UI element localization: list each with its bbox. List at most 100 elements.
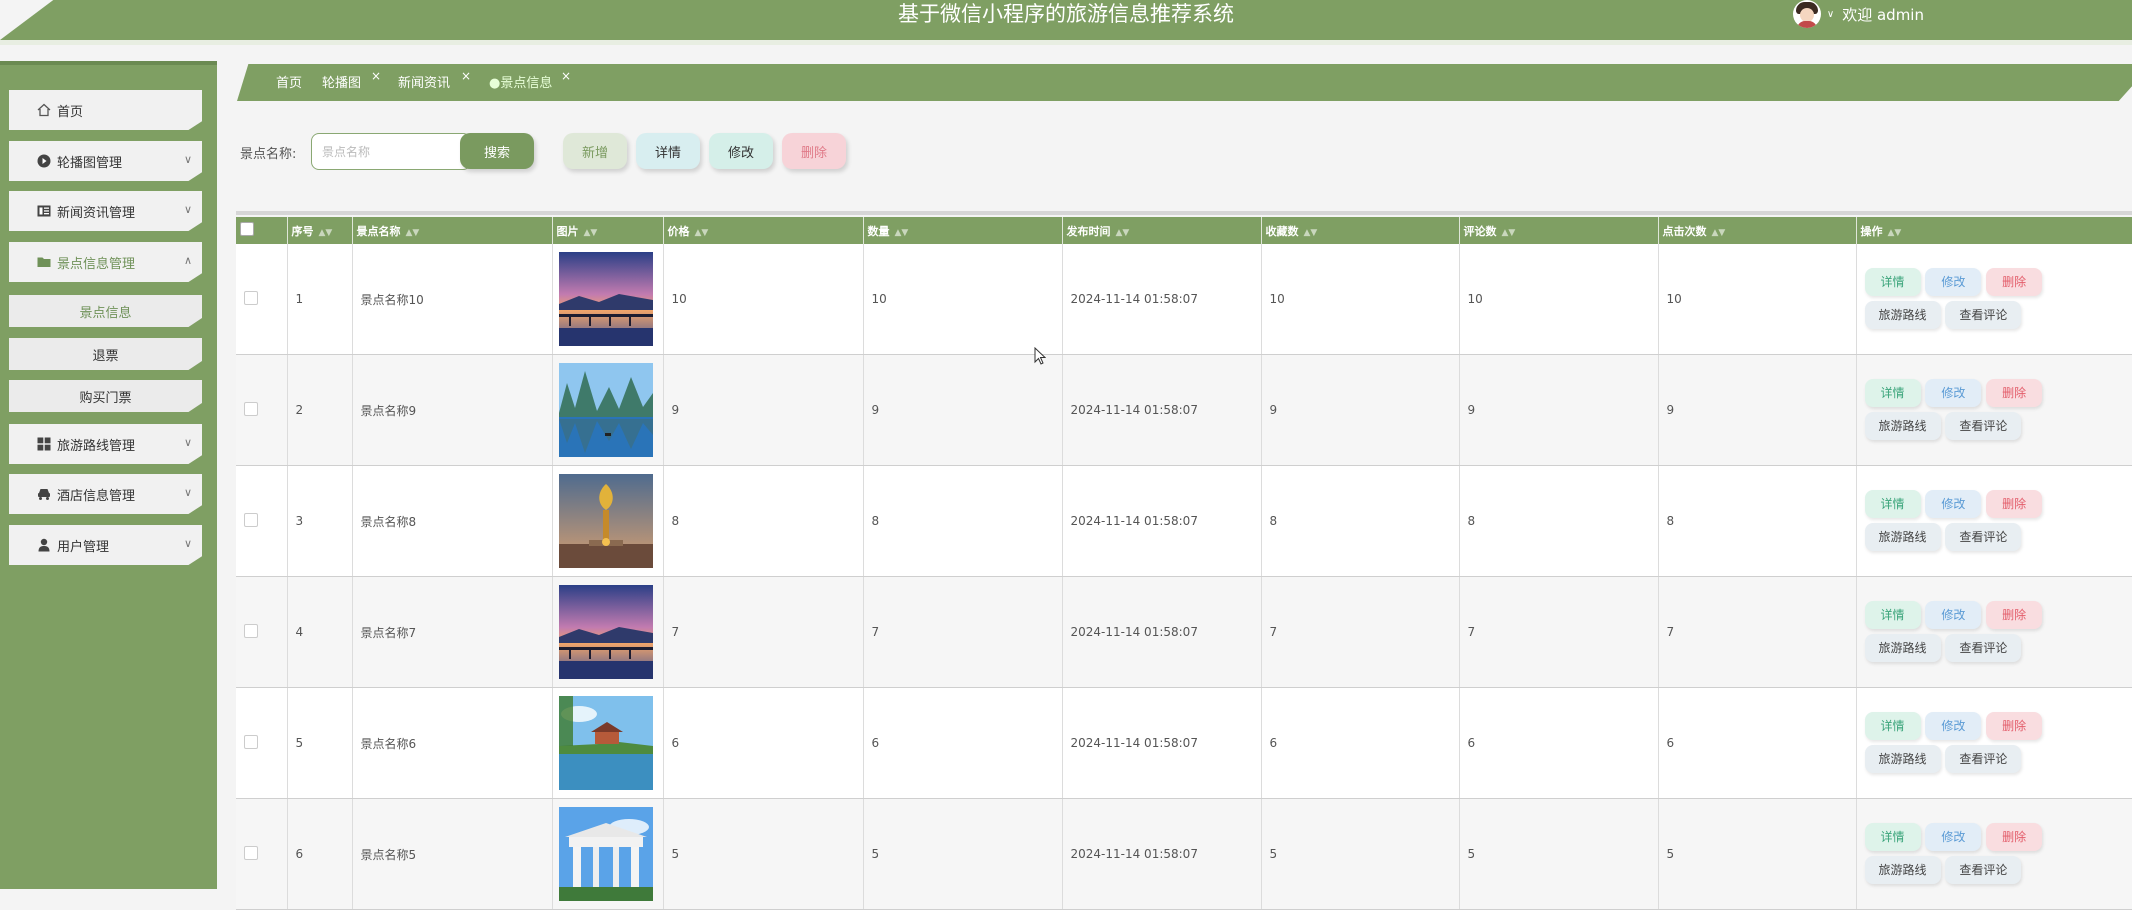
cell-comments: 7 [1459, 576, 1659, 688]
column-header[interactable]: 收藏数 ▲▼ [1261, 217, 1460, 244]
row-comments-button[interactable]: 查看评论 [1945, 412, 2022, 440]
row-edit-button[interactable]: 修改 [1925, 601, 1982, 629]
chevron-down-icon[interactable]: ∨ [1827, 9, 1834, 20]
cell-time: 2024-11-14 01:58:07 [1062, 576, 1262, 688]
column-header[interactable]: 景点名称 ▲▼ [352, 217, 553, 244]
cell-clicks: 6 [1658, 687, 1857, 799]
sidebar-item-scenic[interactable]: 景点信息管理 ∧ [9, 242, 202, 282]
scenic-image[interactable] [558, 696, 653, 790]
cell-comments: 8 [1459, 465, 1659, 577]
row-route-button[interactable]: 旅游路线 [1864, 745, 1941, 773]
row-checkbox[interactable] [236, 354, 288, 466]
row-edit-button[interactable]: 修改 [1925, 712, 1982, 740]
row-delete-button[interactable]: 删除 [1986, 601, 2043, 629]
sidebar-item-users[interactable]: 用户管理 ∨ [9, 525, 202, 565]
sidebar-subitem-scenic-info[interactable]: 景点信息 [9, 295, 202, 327]
column-header[interactable]: 价格 ▲▼ [663, 217, 864, 244]
cell-image [552, 798, 664, 910]
column-header[interactable]: 操作 ▲▼ [1856, 217, 2132, 244]
row-detail-button[interactable]: 详情 [1864, 379, 1921, 407]
row-route-button[interactable]: 旅游路线 [1864, 634, 1941, 662]
cell-name: 景点名称5 [352, 798, 553, 910]
user-menu[interactable]: ∨ 欢迎 admin [1792, 0, 1924, 28]
sidebar-subitem-refund[interactable]: 退票 [9, 338, 202, 370]
scenic-image[interactable] [558, 252, 653, 346]
cell-fav: 7 [1261, 576, 1460, 688]
sort-icon: ▲▼ [1303, 227, 1318, 238]
sidebar-item-label: 景点信息管理 [57, 256, 136, 272]
column-header[interactable]: 数量 ▲▼ [863, 217, 1063, 244]
sidebar-item-news[interactable]: 新闻资讯管理 ∨ [9, 191, 202, 231]
search-button[interactable]: 搜索 [460, 133, 534, 169]
table-row: 6 景点名称5 5 5 2024-11-14 01:58:07 5 5 5 详情 修改 删除 旅游… [236, 798, 2132, 910]
close-icon[interactable]: × [371, 69, 381, 83]
sidebar-item-carousel[interactable]: 轮播图管理 ∨ [9, 141, 202, 181]
row-edit-button[interactable]: 修改 [1925, 379, 1982, 407]
scenic-image[interactable] [558, 807, 653, 901]
cell-fav: 9 [1261, 354, 1460, 466]
row-delete-button[interactable]: 删除 [1986, 712, 2043, 740]
cell-fav: 8 [1261, 465, 1460, 577]
cell-comments: 10 [1459, 244, 1659, 355]
column-header[interactable]: 评论数 ▲▼ [1459, 217, 1659, 244]
row-delete-button[interactable]: 删除 [1986, 490, 2043, 518]
cell-qty: 8 [863, 465, 1063, 577]
column-header[interactable]: 点击次数 ▲▼ [1658, 217, 1857, 244]
tab-carousel[interactable]: 轮播图 [322, 72, 361, 91]
row-comments-button[interactable]: 查看评论 [1945, 745, 2022, 773]
close-icon[interactable]: × [561, 69, 571, 83]
scenic-image[interactable] [558, 585, 653, 679]
row-comments-button[interactable]: 查看评论 [1945, 856, 2022, 884]
close-icon[interactable]: × [461, 69, 471, 83]
row-route-button[interactable]: 旅游路线 [1864, 856, 1941, 884]
row-route-button[interactable]: 旅游路线 [1864, 301, 1941, 329]
row-detail-button[interactable]: 详情 [1864, 823, 1921, 851]
row-edit-button[interactable]: 修改 [1925, 490, 1982, 518]
column-header[interactable]: 图片 ▲▼ [552, 217, 664, 244]
sort-icon: ▲▼ [318, 227, 333, 238]
cell-qty: 9 [863, 354, 1063, 466]
row-route-button[interactable]: 旅游路线 [1864, 523, 1941, 551]
edit-button[interactable]: 修改 [709, 133, 773, 169]
row-comments-button[interactable]: 查看评论 [1945, 634, 2022, 662]
row-detail-button[interactable]: 详情 [1864, 490, 1921, 518]
sidebar-item-label: 旅游路线管理 [57, 438, 136, 454]
row-delete-button[interactable]: 删除 [1986, 823, 2043, 851]
row-detail-button[interactable]: 详情 [1864, 712, 1921, 740]
sidebar-subitem-buy-ticket[interactable]: 购买门票 [9, 380, 202, 412]
cell-fav: 5 [1261, 798, 1460, 910]
row-checkbox[interactable] [236, 576, 288, 688]
sidebar-item-hotels[interactable]: 酒店信息管理 ∨ [9, 474, 202, 514]
row-checkbox[interactable] [236, 687, 288, 799]
row-edit-button[interactable]: 修改 [1925, 823, 1982, 851]
chevron-down-icon: ∨ [183, 537, 192, 550]
cell-image [552, 354, 664, 466]
cell-price: 7 [663, 576, 864, 688]
scenic-image[interactable] [558, 363, 653, 457]
avatar[interactable] [1792, 0, 1821, 28]
row-checkbox[interactable] [236, 798, 288, 910]
scenic-image[interactable] [558, 474, 653, 568]
row-comments-button[interactable]: 查看评论 [1945, 301, 2022, 329]
sidebar-item-home[interactable]: 首页 [9, 90, 202, 130]
tab-scenic-info[interactable]: ●景点信息 [489, 72, 552, 91]
row-detail-button[interactable]: 详情 [1864, 601, 1921, 629]
column-header[interactable]: 发布时间 ▲▼ [1062, 217, 1262, 244]
row-delete-button[interactable]: 删除 [1986, 379, 2043, 407]
detail-button[interactable]: 详情 [636, 133, 700, 169]
delete-button[interactable]: 删除 [782, 133, 846, 169]
tab-news[interactable]: 新闻资讯 [398, 72, 450, 91]
row-detail-button[interactable]: 详情 [1864, 268, 1921, 296]
row-route-button[interactable]: 旅游路线 [1864, 412, 1941, 440]
sidebar-item-routes[interactable]: 旅游路线管理 ∨ [9, 424, 202, 464]
row-edit-button[interactable]: 修改 [1925, 268, 1982, 296]
row-delete-button[interactable]: 删除 [1986, 268, 2043, 296]
select-all-checkbox[interactable] [236, 217, 288, 244]
search-input[interactable] [311, 133, 471, 170]
add-button[interactable]: 新增 [563, 133, 627, 169]
column-header[interactable]: 序号 ▲▼ [287, 217, 353, 244]
row-checkbox[interactable] [236, 465, 288, 577]
row-checkbox[interactable] [236, 244, 288, 355]
row-comments-button[interactable]: 查看评论 [1945, 523, 2022, 551]
tab-home[interactable]: 首页 [276, 72, 302, 91]
